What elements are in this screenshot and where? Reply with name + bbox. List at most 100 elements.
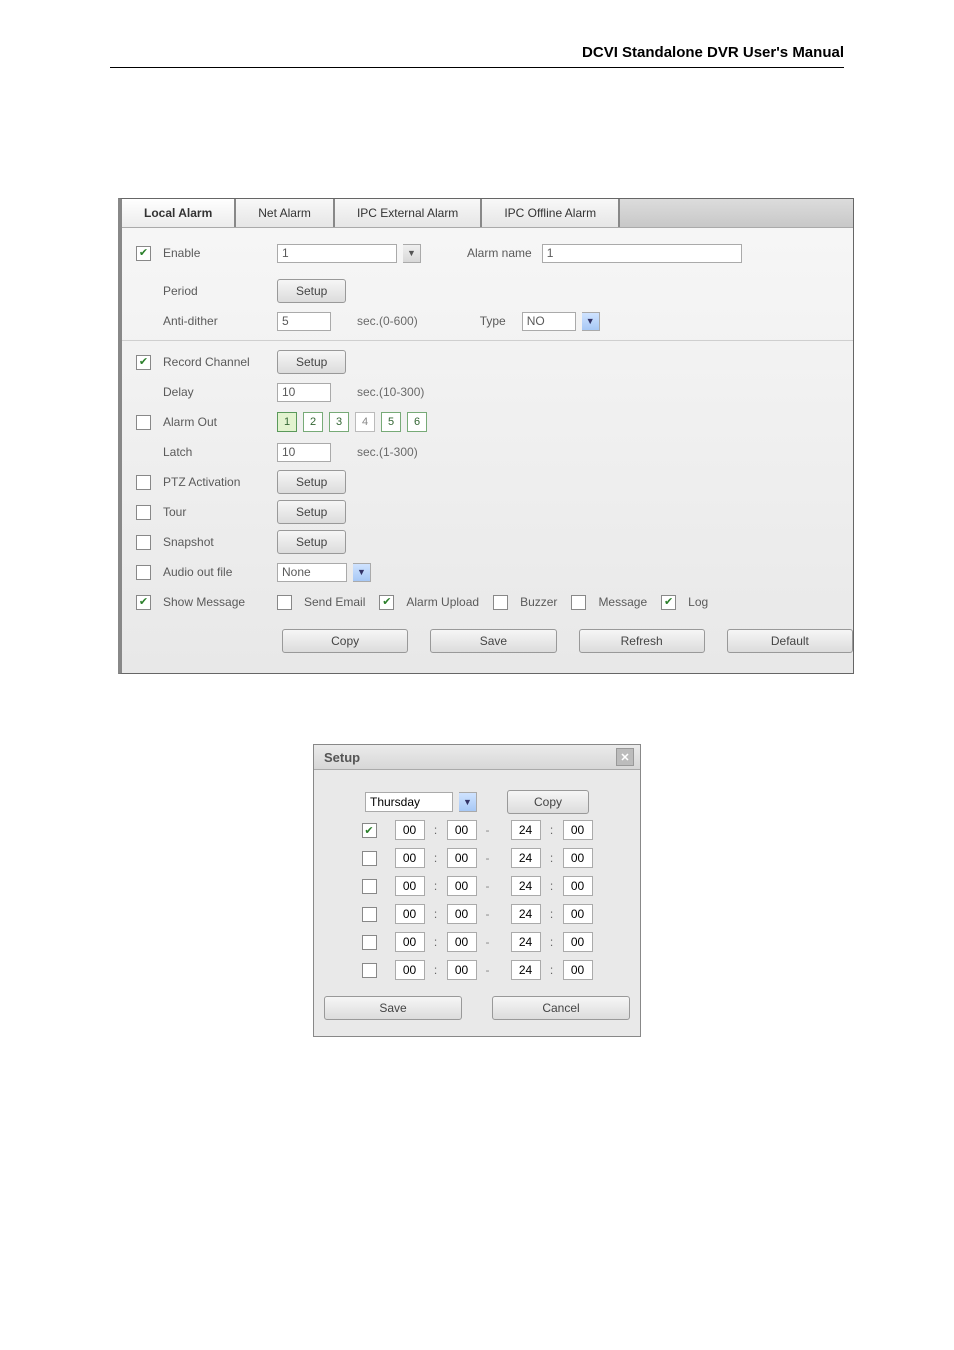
audio-out-select[interactable]: None — [277, 563, 347, 582]
message-checkbox[interactable] — [571, 595, 586, 610]
period-row-checkbox[interactable] — [362, 935, 377, 950]
to-hour[interactable]: 24 — [511, 932, 541, 952]
save-button[interactable]: Save — [430, 629, 556, 653]
from-hour[interactable]: 00 — [395, 876, 425, 896]
to-hour[interactable]: 24 — [511, 960, 541, 980]
dash: - — [483, 823, 493, 837]
latch-unit: sec.(1-300) — [357, 445, 418, 459]
copy-button[interactable]: Copy — [282, 629, 408, 653]
anti-dither-input[interactable]: 5 — [277, 312, 331, 331]
to-min[interactable]: 00 — [563, 960, 593, 980]
refresh-button[interactable]: Refresh — [579, 629, 705, 653]
to-min[interactable]: 00 — [563, 820, 593, 840]
period-row: 00:00-24:00 — [314, 956, 640, 984]
period-row-checkbox[interactable] — [362, 963, 377, 978]
ptz-setup-button[interactable]: Setup — [277, 470, 346, 494]
enable-checkbox[interactable]: ✔ — [136, 246, 151, 261]
period-row-checkbox[interactable] — [362, 907, 377, 922]
to-hour[interactable]: 24 — [511, 904, 541, 924]
colon: : — [431, 963, 441, 977]
channel-select[interactable]: 1 — [277, 244, 397, 263]
modal-cancel-button[interactable]: Cancel — [492, 996, 630, 1020]
send-email-checkbox[interactable] — [277, 595, 292, 610]
to-min[interactable]: 00 — [563, 848, 593, 868]
dash: - — [483, 907, 493, 921]
from-min[interactable]: 00 — [447, 904, 477, 924]
to-min[interactable]: 00 — [563, 932, 593, 952]
snapshot-checkbox[interactable] — [136, 535, 151, 550]
period-row-checkbox[interactable] — [362, 879, 377, 894]
tour-checkbox[interactable] — [136, 505, 151, 520]
tab-filler — [620, 199, 853, 227]
tab-ipc-offline-alarm[interactable]: IPC Offline Alarm — [482, 199, 620, 227]
tab-local-alarm[interactable]: Local Alarm — [122, 199, 236, 227]
dash: - — [483, 879, 493, 893]
from-min[interactable]: 00 — [447, 876, 477, 896]
latch-label: Latch — [163, 445, 271, 459]
from-hour[interactable]: 00 — [395, 848, 425, 868]
tab-ipc-external-alarm[interactable]: IPC External Alarm — [335, 199, 482, 227]
buzzer-checkbox[interactable] — [493, 595, 508, 610]
from-min[interactable]: 00 — [447, 820, 477, 840]
audio-out-dropdown-icon[interactable]: ▼ — [353, 563, 371, 582]
to-min[interactable]: 00 — [563, 904, 593, 924]
close-icon[interactable]: ✕ — [616, 748, 634, 766]
from-min[interactable]: 00 — [447, 848, 477, 868]
alarm-name-input[interactable]: 1 — [542, 244, 742, 263]
day-select[interactable]: Thursday — [365, 792, 453, 812]
to-hour[interactable]: 24 — [511, 820, 541, 840]
from-hour[interactable]: 00 — [395, 932, 425, 952]
alarm-name-label: Alarm name — [467, 246, 532, 260]
alarm-tabs: Local Alarm Net Alarm IPC External Alarm… — [122, 199, 853, 228]
colon: : — [431, 879, 441, 893]
delay-input[interactable]: 10 — [277, 383, 331, 402]
snapshot-setup-button[interactable]: Setup — [277, 530, 346, 554]
alarm-out-checkbox[interactable] — [136, 415, 151, 430]
from-hour[interactable]: 00 — [395, 820, 425, 840]
modal-save-button[interactable]: Save — [324, 996, 462, 1020]
colon: : — [547, 935, 557, 949]
from-min[interactable]: 00 — [447, 932, 477, 952]
type-select[interactable]: NO — [522, 312, 576, 331]
period-row-checkbox[interactable] — [362, 851, 377, 866]
alarm-out-ch3[interactable]: 3 — [329, 412, 349, 432]
alarm-config-panel: Local Alarm Net Alarm IPC External Alarm… — [118, 198, 854, 674]
dash: - — [483, 851, 493, 865]
type-dropdown-icon[interactable]: ▼ — [582, 312, 600, 331]
record-channel-setup-button[interactable]: Setup — [277, 350, 346, 374]
record-channel-checkbox[interactable]: ✔ — [136, 355, 151, 370]
message-label: Message — [598, 595, 647, 609]
from-min[interactable]: 00 — [447, 960, 477, 980]
default-button[interactable]: Default — [727, 629, 853, 653]
day-dropdown-icon[interactable]: ▼ — [459, 792, 477, 812]
alarm-out-ch4[interactable]: 4 — [355, 412, 375, 432]
from-hour[interactable]: 00 — [395, 904, 425, 924]
alarm-out-ch2[interactable]: 2 — [303, 412, 323, 432]
period-setup-button[interactable]: Setup — [277, 279, 346, 303]
to-hour[interactable]: 24 — [511, 848, 541, 868]
alarm-out-ch6[interactable]: 6 — [407, 412, 427, 432]
ptz-checkbox[interactable] — [136, 475, 151, 490]
tab-net-alarm[interactable]: Net Alarm — [236, 199, 335, 227]
to-min[interactable]: 00 — [563, 876, 593, 896]
tour-setup-button[interactable]: Setup — [277, 500, 346, 524]
type-label: Type — [480, 314, 506, 328]
alarm-out-ch1[interactable]: 1 — [277, 412, 297, 432]
setup-modal: Setup ✕ Thursday▼ Copy ✔00:00-24:0000:00… — [313, 744, 641, 1037]
log-checkbox[interactable]: ✔ — [661, 595, 676, 610]
latch-input[interactable]: 10 — [277, 443, 331, 462]
colon: : — [547, 823, 557, 837]
colon: : — [547, 907, 557, 921]
show-message-checkbox[interactable]: ✔ — [136, 595, 151, 610]
period-row: 00:00-24:00 — [314, 900, 640, 928]
from-hour[interactable]: 00 — [395, 960, 425, 980]
channel-select-dropdown-icon[interactable]: ▼ — [403, 244, 421, 263]
alarm-upload-checkbox[interactable]: ✔ — [379, 595, 394, 610]
to-hour[interactable]: 24 — [511, 876, 541, 896]
delay-unit: sec.(10-300) — [357, 385, 424, 399]
period-row-checkbox[interactable]: ✔ — [362, 823, 377, 838]
modal-copy-button[interactable]: Copy — [507, 790, 589, 814]
alarm-out-ch5[interactable]: 5 — [381, 412, 401, 432]
snapshot-label: Snapshot — [163, 535, 271, 549]
audio-out-checkbox[interactable] — [136, 565, 151, 580]
